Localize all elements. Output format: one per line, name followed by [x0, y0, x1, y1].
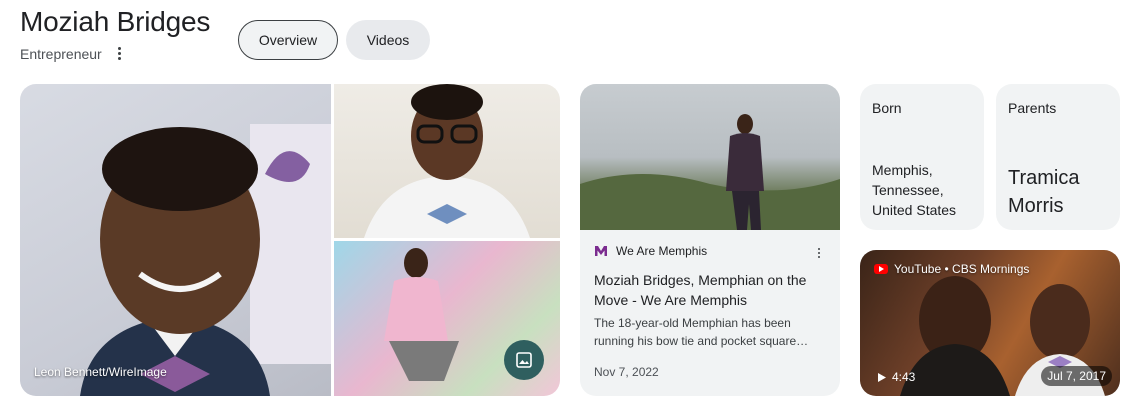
image-gallery-button[interactable] [504, 340, 544, 380]
news-more-options-icon[interactable] [814, 246, 824, 260]
more-options-icon[interactable] [114, 45, 125, 62]
image-gallery-icon [516, 352, 532, 368]
news-source[interactable]: We Are Memphis [594, 244, 707, 258]
play-icon [878, 372, 886, 382]
portrait-illustration [80, 124, 331, 396]
news-thumbnail-illustration [580, 114, 840, 230]
news-source-name: We Are Memphis [616, 244, 708, 258]
fact-label-parents: Parents [1008, 100, 1057, 116]
fact-label-born: Born [872, 100, 902, 116]
portrait-glasses-illustration [364, 84, 530, 238]
we-are-memphis-logo-icon [595, 246, 607, 256]
entity-description: Entrepreneur [20, 45, 102, 62]
news-snippet: The 18-year-old Memphian has been runnin… [594, 316, 809, 348]
entity-subtitle: Entrepreneur [20, 45, 125, 62]
tab-overview[interactable]: Overview [238, 20, 338, 60]
video-duration: 4:43 [878, 370, 915, 384]
video-source: YouTube • CBS Mornings [874, 262, 1029, 276]
video-card[interactable]: YouTube • CBS Mornings 4:43 Jul 7, 2017 [860, 250, 1120, 396]
photo-glasses[interactable] [334, 84, 560, 238]
photo-pink-suit[interactable] [334, 241, 560, 396]
video-duration-label: 4:43 [892, 370, 916, 384]
tab-videos[interactable]: Videos [346, 20, 430, 60]
fact-card-parents[interactable]: Parents Tramica Morris [996, 84, 1120, 230]
fact-value-born: Memphis, Tennessee, United States [872, 162, 957, 218]
video-source-label: YouTube • CBS Mornings [894, 262, 1030, 276]
entity-title: Moziah Bridges [20, 6, 211, 37]
video-date: Jul 7, 2017 [1041, 366, 1112, 386]
youtube-icon [874, 264, 888, 274]
fact-card-born[interactable]: Born Memphis, Tennessee, United States [860, 84, 984, 230]
news-title[interactable]: Moziah Bridges, Memphian on the Move - W… [594, 270, 826, 310]
photo-credit: Leon Bennett/WireImage [34, 365, 167, 379]
fact-value-parents: Tramica Morris [1008, 167, 1080, 217]
news-date: Nov 7, 2022 [594, 365, 659, 379]
news-thumbnail [580, 84, 840, 230]
main-photo[interactable]: Leon Bennett/WireImage [20, 84, 331, 396]
news-card[interactable]: We Are Memphis Moziah Bridges, Memphian … [580, 84, 840, 396]
